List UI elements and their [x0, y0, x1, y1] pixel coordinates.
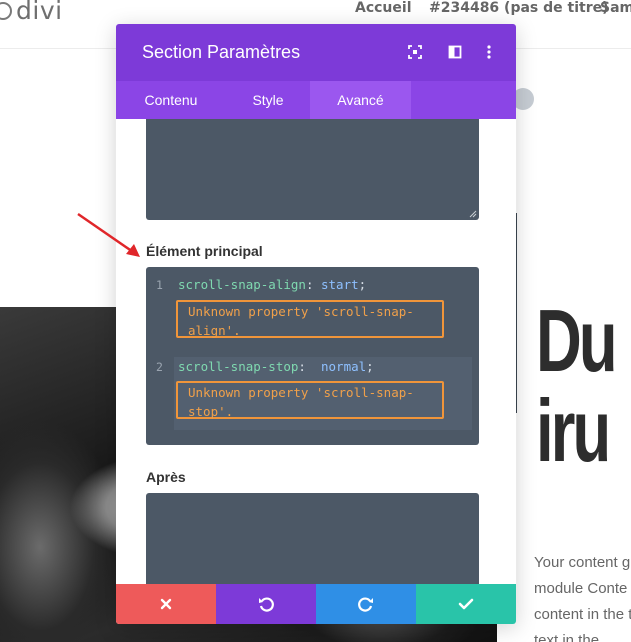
undo-button[interactable]	[216, 584, 316, 624]
lint-error: Unknown property 'scroll-snap-stop'.	[176, 381, 444, 419]
line-number: 2	[156, 360, 163, 374]
redo-button[interactable]	[316, 584, 416, 624]
split-view-icon[interactable]	[446, 43, 464, 61]
save-button[interactable]	[416, 584, 516, 624]
css-colon: :	[298, 359, 321, 374]
after-label: Après	[146, 469, 186, 485]
hero-title: Du iru	[536, 296, 631, 476]
modal-header[interactable]: Section Paramètres	[116, 24, 516, 81]
redo-icon	[358, 597, 373, 612]
nav-item-sample[interactable]: Sam	[600, 0, 631, 16]
css-colon: :	[305, 277, 321, 292]
modal-body: Élément principal 1 scroll-snap-align: s…	[116, 119, 516, 584]
main-element-code-editor[interactable]: 1 scroll-snap-align: start; Unknown prop…	[146, 267, 479, 445]
save-icon	[458, 598, 474, 610]
code-line[interactable]: scroll-snap-align: start;	[178, 277, 366, 292]
annotation-arrow-icon	[77, 212, 140, 257]
main-element-label: Élément principal	[146, 243, 263, 259]
hero-title-line-1: Du	[536, 291, 618, 390]
nav-item-accueil[interactable]: Accueil	[355, 0, 412, 16]
modal-title: Section Paramètres	[142, 42, 301, 62]
hero-title-line-2: iru	[536, 381, 611, 480]
logo-text: divi	[16, 0, 63, 25]
hero-body-text: Your content g module Conte content in t…	[534, 554, 631, 642]
css-semicolon: ;	[366, 359, 374, 374]
tab-style[interactable]: Style	[226, 81, 310, 119]
css-before-textarea[interactable]	[146, 119, 479, 220]
cancel-button[interactable]	[116, 584, 216, 624]
css-semicolon: ;	[358, 277, 367, 292]
site-logo[interactable]: divi	[0, 0, 63, 25]
resize-handle-icon[interactable]	[469, 210, 477, 218]
css-property: scroll-snap-stop	[178, 359, 299, 374]
more-vertical-icon[interactable]	[480, 43, 498, 61]
tab-avance[interactable]: Avancé	[310, 81, 411, 119]
logo-mark-icon	[0, 1, 12, 20]
modal-footer	[116, 584, 516, 624]
lint-error: Unknown property 'scroll-snap-align'.	[176, 300, 444, 338]
css-value: start	[321, 277, 359, 292]
cancel-icon	[160, 598, 172, 610]
settings-tabs: Contenu Style Avancé	[116, 81, 516, 119]
css-property: scroll-snap-align	[178, 277, 306, 292]
undo-icon	[259, 597, 274, 612]
expand-icon[interactable]	[406, 43, 424, 61]
line-number: 1	[156, 278, 163, 292]
css-after-textarea[interactable]	[146, 493, 479, 584]
nav-item-page[interactable]: #234486 (pas de titre)	[429, 0, 609, 16]
tab-contenu[interactable]: Contenu	[116, 81, 226, 119]
code-line[interactable]: scroll-snap-stop: normal;	[178, 359, 374, 374]
css-value: normal	[321, 359, 367, 374]
section-settings-modal: Section Paramètres Contenu Style Avancé …	[116, 24, 516, 624]
